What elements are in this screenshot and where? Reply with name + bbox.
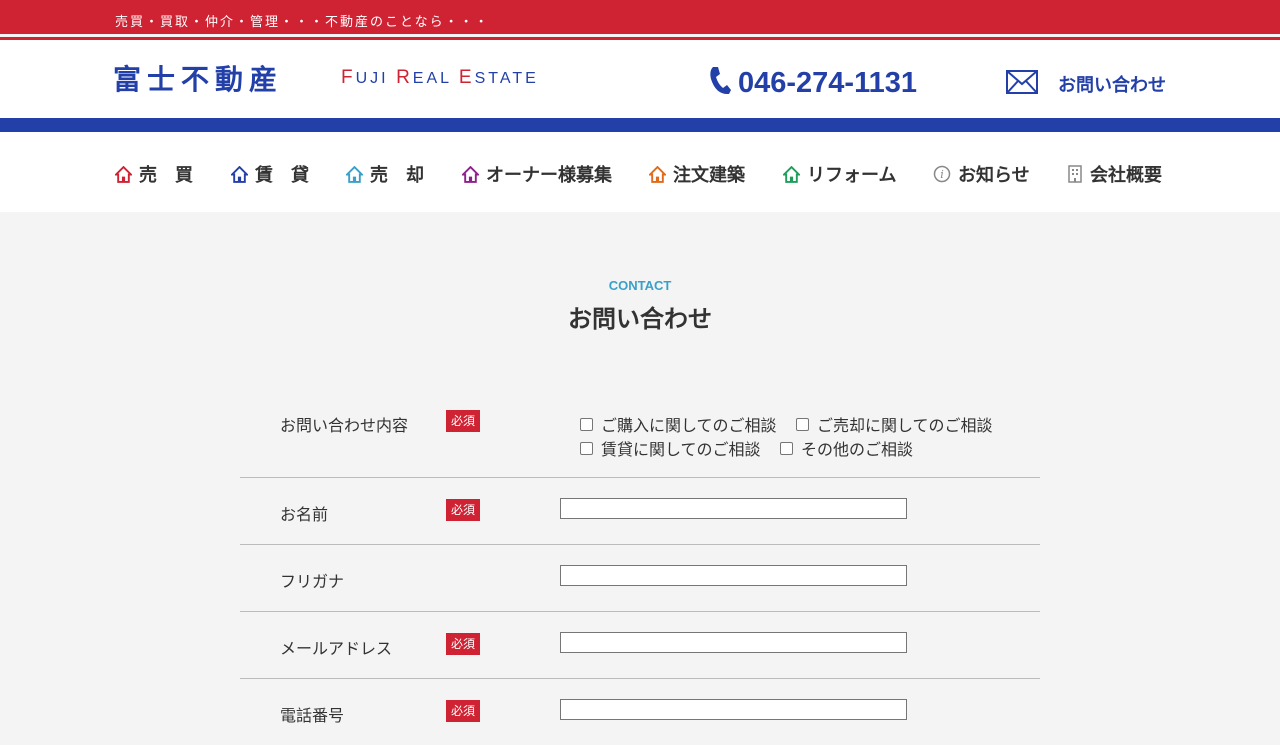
field-label: フリガナ — [280, 572, 345, 591]
name-input[interactable] — [560, 498, 907, 519]
nav-item-company[interactable]: 会社概要 — [1067, 161, 1162, 187]
logo-word: STATE — [474, 70, 539, 87]
checkbox-box[interactable] — [580, 417, 593, 431]
site-header: 富士不動産 FUJI REAL ESTATE 046-274-1131 お問い合… — [0, 40, 1280, 118]
nav-item-rent[interactable]: 賃 貸 — [231, 161, 309, 187]
field-label: メールアドレス — [280, 639, 393, 658]
required-badge: 必須 — [446, 633, 480, 655]
inquiry-header-link[interactable]: お問い合わせ — [1006, 70, 1166, 98]
house-icon — [231, 165, 248, 183]
checkbox-label: その他のご相談 — [801, 440, 914, 459]
logo-letter: R — [396, 67, 413, 88]
field-label: お問い合わせ内容 — [280, 416, 409, 435]
svg-text:i: i — [940, 168, 944, 181]
section-subtitle: CONTACT — [608, 278, 672, 293]
section-title: お問い合わせ — [568, 305, 712, 333]
phone-icon — [708, 66, 732, 100]
mail-icon — [1006, 70, 1038, 98]
nav-label: 賃 貸 — [255, 165, 309, 186]
checkbox-label: ご購入に関してのご相談 — [601, 416, 777, 435]
nav-label: 注文建築 — [673, 165, 745, 186]
logo-letter: F — [341, 67, 356, 88]
phone-number: 046-274-1131 — [738, 66, 917, 99]
tagline: 売買・買取・仲介・管理・・・不動産のことなら・・・ — [115, 15, 490, 30]
info-icon: i — [933, 165, 951, 183]
house-icon — [649, 165, 666, 183]
logo-english[interactable]: FUJI REAL ESTATE — [341, 67, 539, 89]
checkbox-other[interactable]: その他のご相談 — [780, 436, 913, 460]
top-bar: 売買・買取・仲介・管理・・・不動産のことなら・・・ — [0, 0, 1280, 34]
field-label: お名前 — [280, 505, 329, 524]
nav-label: 売 却 — [370, 165, 424, 186]
nav-item-news[interactable]: i お知らせ — [933, 161, 1030, 187]
checkbox-rental[interactable]: 賃貸に関してのご相談 — [580, 436, 761, 460]
checkbox-box[interactable] — [580, 441, 593, 455]
contact-section: CONTACT お問い合わせ お問い合わせ内容 必須 ご購入に関してのご相談 ご… — [0, 212, 1280, 725]
checkbox-box[interactable] — [780, 441, 793, 455]
required-badge: 必須 — [446, 499, 480, 521]
building-icon — [1068, 165, 1082, 183]
nav-item-custom-build[interactable]: 注文建築 — [649, 161, 745, 187]
form-row-inquiry-type: お問い合わせ内容 必須 ご購入に関してのご相談 ご売却に関してのご相談 賃貸に関… — [240, 398, 1040, 478]
house-icon — [462, 165, 479, 183]
checkbox-sale[interactable]: ご売却に関してのご相談 — [796, 412, 993, 436]
nav-item-owner-recruitment[interactable]: オーナー様募集 — [462, 161, 612, 187]
checkbox-label: ご売却に関してのご相談 — [817, 416, 993, 435]
required-badge: 必須 — [446, 410, 480, 432]
checkbox-box[interactable] — [796, 417, 809, 431]
email-input[interactable] — [560, 632, 907, 653]
nav-item-sell[interactable]: 売 却 — [346, 161, 424, 187]
checkbox-label: 賃貸に関してのご相談 — [601, 440, 761, 459]
house-icon — [783, 165, 800, 183]
nav-label: お知らせ — [958, 165, 1030, 186]
inquiry-header-label: お問い合わせ — [1058, 75, 1166, 96]
form-row-name: お名前 必須 — [240, 478, 1040, 545]
header-divider — [0, 118, 1280, 132]
main-nav: 売 買 賃 貸 売 却 オーナー様募集 注文建築 リフォーム i お知らせ 会社… — [0, 132, 1280, 212]
nav-label: オーナー様募集 — [486, 165, 612, 186]
logo-word: UJI — [355, 70, 397, 87]
furigana-input[interactable] — [560, 565, 907, 586]
nav-label: 会社概要 — [1090, 165, 1162, 186]
phone-link[interactable]: 046-274-1131 — [708, 66, 917, 100]
logo-letter: E — [458, 67, 475, 88]
form-row-tel: 電話番号 必須 — [240, 679, 1040, 745]
nav-item-reform[interactable]: リフォーム — [783, 161, 896, 187]
tel-input[interactable] — [560, 699, 907, 720]
house-icon — [115, 165, 132, 183]
required-badge: 必須 — [446, 700, 480, 722]
nav-label: リフォーム — [807, 165, 897, 186]
logo-japanese[interactable]: 富士不動産 — [113, 58, 283, 98]
nav-item-buy-sell[interactable]: 売 買 — [115, 161, 193, 187]
field-label: 電話番号 — [280, 706, 345, 725]
form-row-email: メールアドレス 必須 — [240, 612, 1040, 679]
checkbox-purchase[interactable]: ご購入に関してのご相談 — [580, 412, 777, 436]
house-icon — [346, 165, 363, 183]
nav-label: 売 買 — [139, 165, 193, 186]
logo-word: EAL — [412, 70, 459, 87]
form-row-furigana: フリガナ — [240, 545, 1040, 612]
